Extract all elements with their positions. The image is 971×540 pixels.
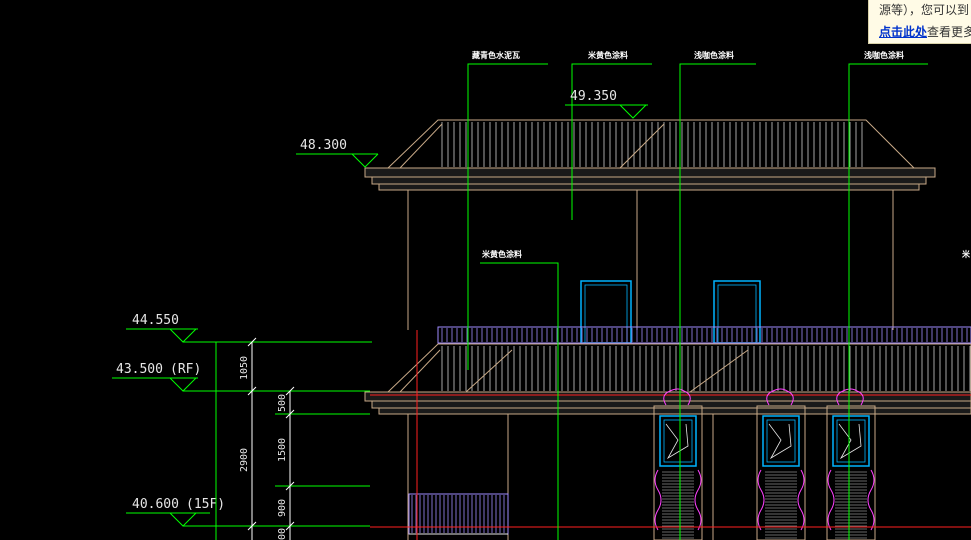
lower-eave-2 (371, 400, 971, 409)
elev-15f-triangle (169, 512, 197, 527)
window-frame (762, 415, 800, 467)
lower-roof-hatch (441, 346, 971, 391)
window-frame (659, 415, 697, 467)
elev-eave-triangle (351, 153, 379, 168)
roof-diagonal-2 (619, 123, 665, 169)
elev-peak-text: 49.350 (570, 89, 617, 104)
elev-rf-text: 43.500 (116, 362, 163, 377)
roof-diagonal-1 (399, 123, 443, 169)
cad-drawing-canvas[interactable]: 藏青色水泥瓦 米黄色涂料 浅咖色涂料 浅咖色涂料 米黄色涂料 米 49.350 … (0, 0, 971, 540)
elev-15f-tag: (15F) (186, 497, 225, 512)
column-wave-right (797, 469, 805, 531)
elev-15f-text: 40.600 (132, 497, 179, 512)
elev-parapet-triangle (169, 328, 197, 343)
roof-outline (386, 119, 916, 169)
upper-walls (407, 190, 894, 330)
lower-eave-3 (378, 407, 971, 415)
lower-diagonal-1 (399, 349, 441, 393)
terrace-railing (437, 326, 971, 344)
note-4: 浅咖色涂料 (864, 50, 904, 60)
dim-500: 500 (277, 394, 288, 412)
roof-hatch (441, 122, 863, 167)
tooltip-line-1: 源等），您可以到 (879, 3, 970, 17)
elev-peak-triangle (619, 104, 647, 119)
lower-diagonal-2 (465, 349, 513, 393)
door-left (580, 280, 632, 344)
column-wave-left (654, 469, 662, 531)
dimension-labels: 1050 2900 500 1500 900 00 (239, 356, 288, 540)
leader-4 (848, 63, 928, 540)
door-left-inner (584, 284, 628, 344)
elev-eave-text: 48.300 (300, 138, 347, 153)
tooltip-line-2-rest: 查看更多 (927, 25, 971, 39)
elevation-labels: 49.350 48.300 44.550 43.500 (RF) 40.600 … (116, 89, 617, 512)
dim-2900: 2900 (239, 448, 250, 472)
lower-walls (407, 414, 714, 540)
window-frame (832, 415, 870, 467)
help-tooltip: 源等），您可以到 点击此处查看更多 (868, 0, 971, 44)
lower-eave-1 (364, 391, 971, 402)
column-wave-left (827, 469, 835, 531)
tooltip-link[interactable]: 点击此处 (879, 25, 927, 39)
column-wave-right (867, 469, 875, 531)
material-leaders (467, 63, 928, 540)
dim-1500: 1500 (277, 438, 288, 462)
window-ornament (768, 423, 792, 460)
note-6-partial: 米 (961, 249, 971, 259)
balcony-railing (408, 493, 509, 535)
note-3: 浅咖色涂料 (694, 50, 734, 60)
window-ornament (838, 423, 862, 460)
eave-band-2 (371, 176, 927, 185)
lower-roof-group (364, 343, 971, 415)
railing-bars (441, 328, 968, 342)
elev-rf-tag: (RF) (170, 362, 201, 377)
material-note-labels: 藏青色水泥瓦 米黄色涂料 浅咖色涂料 浅咖色涂料 米黄色涂料 米 (472, 50, 971, 259)
note-5: 米黄色涂料 (481, 249, 522, 259)
dim-900: 900 (277, 499, 288, 517)
railing-frame (437, 326, 971, 344)
note-2: 米黄色涂料 (587, 50, 628, 60)
elev-parapet-text: 44.550 (132, 313, 179, 328)
note-1: 藏青色水泥瓦 (472, 50, 520, 60)
eave-band-3 (378, 183, 920, 191)
dim-bottom: 00 (277, 528, 288, 540)
dim-1050: 1050 (239, 356, 250, 380)
terrace-doors (580, 280, 761, 344)
leader-1 (467, 63, 548, 370)
column-wave-left (757, 469, 765, 531)
tooltip-line-2: 点击此处查看更多 (879, 21, 971, 43)
lower-diagonal-3 (689, 349, 749, 393)
elev-rf-triangle (169, 377, 197, 392)
window-ornament (665, 423, 689, 460)
column-wave-right (694, 469, 702, 531)
